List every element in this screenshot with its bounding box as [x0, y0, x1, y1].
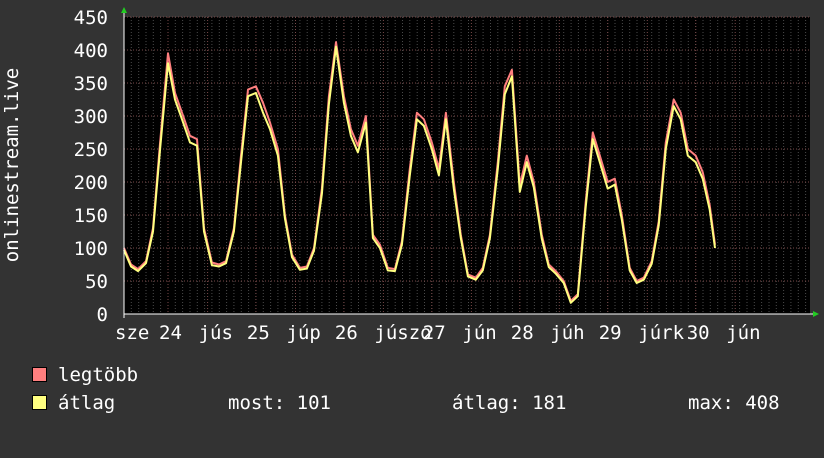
y-tick-label: 350: [74, 73, 108, 95]
y-axis-arrow: [121, 7, 127, 13]
x-tick-label: 30: [687, 322, 710, 344]
legend-item-atlag: átlag: [32, 392, 115, 458]
stat-max: max: 408: [688, 392, 780, 414]
stat-atlag: átlag: 181: [452, 392, 567, 414]
y-tick-label: 400: [74, 40, 108, 62]
y-tick-label: 300: [74, 106, 108, 128]
y-tick-label: 450: [74, 7, 108, 29]
x-tick-label: jún: [462, 322, 496, 344]
y-tick-label: 50: [85, 271, 108, 293]
y-tick-label: 100: [74, 238, 108, 260]
x-tick-label: jún: [726, 322, 760, 344]
x-tick-label: 24: [159, 322, 182, 344]
legend-label-atlag: átlag: [58, 392, 116, 414]
x-tick-label: 27: [423, 322, 446, 344]
x-tick-label: 26: [335, 322, 358, 344]
stat-most: most: 101: [228, 392, 331, 414]
x-tick-label: júp: [287, 322, 321, 344]
x-tick-label: júh: [550, 322, 584, 344]
x-tick-label: sze: [115, 322, 149, 344]
x-tick-label: 25: [247, 322, 270, 344]
x-tick-label: jús: [199, 322, 233, 344]
y-tick-label: 0: [97, 304, 108, 326]
legend-swatch-legtobb: [32, 367, 47, 382]
y-tick-label: 200: [74, 172, 108, 194]
y-tick-labels: 0 50 100 150 200 250 300 350 400 450: [74, 7, 108, 326]
legend-swatch-atlag: [32, 395, 47, 410]
x-axis-arrow: [813, 311, 819, 317]
x-tick-label: júrk: [638, 322, 684, 344]
x-tick-label: 28: [511, 322, 534, 344]
y-axis-label: onlinestream.live: [1, 68, 23, 262]
x-tick-labels: sze 24 jús 25 júp 26 júszo27 jún 28 júh 29 júrk 30 jú…: [115, 322, 761, 344]
y-tick-label: 250: [74, 139, 108, 161]
x-tick-label: 29: [599, 322, 622, 344]
legend-label-legtobb: legtöbb: [58, 364, 139, 386]
y-tick-label: 150: [74, 205, 108, 227]
